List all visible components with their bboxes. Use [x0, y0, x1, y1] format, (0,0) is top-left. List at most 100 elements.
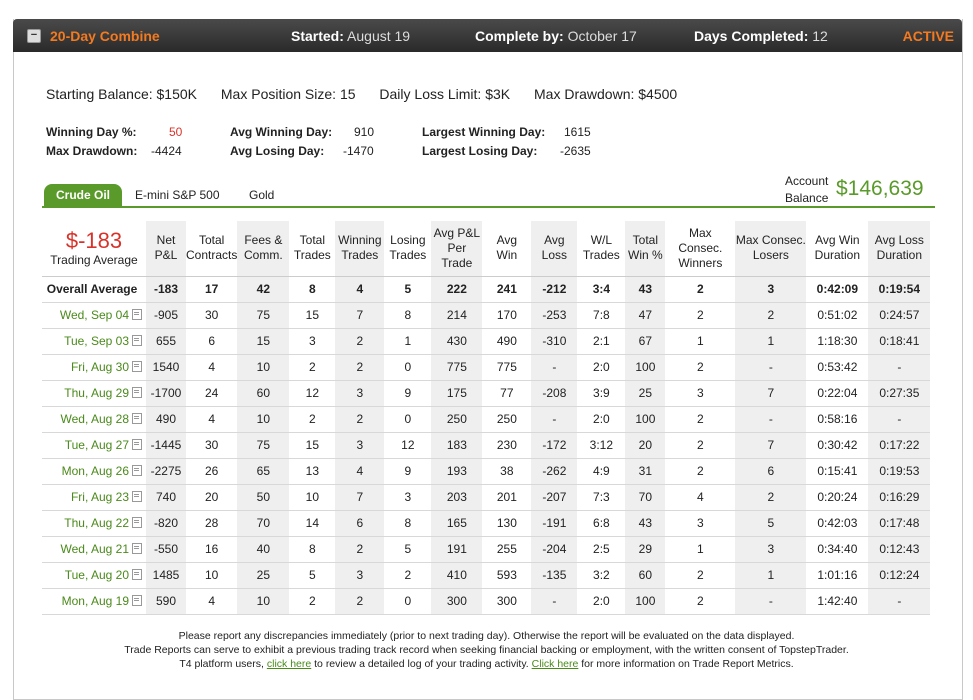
- trading-average-cell: $-183 Trading Average: [42, 221, 146, 276]
- tab-crude-oil[interactable]: Crude Oil: [44, 184, 123, 206]
- table-cell: 10: [237, 354, 290, 381]
- date-cell[interactable]: Tue, Aug 27: [42, 432, 146, 459]
- column-header: Winning Trades: [335, 221, 385, 276]
- click-here-log-link[interactable]: click here: [267, 658, 311, 670]
- table-cell: 12: [289, 380, 336, 407]
- notes-icon[interactable]: [132, 439, 142, 450]
- table-cell: 9: [384, 380, 432, 407]
- date-cell[interactable]: Tue, Sep 03: [42, 328, 146, 355]
- date-cell[interactable]: Mon, Aug 26: [42, 458, 146, 485]
- date-link[interactable]: Wed, Aug 28: [61, 412, 130, 426]
- date-cell[interactable]: Wed, Aug 21: [42, 536, 146, 563]
- collapse-icon[interactable]: −: [27, 29, 41, 43]
- table-cell: 775: [431, 354, 483, 381]
- table-cell: 490: [482, 328, 532, 355]
- date-link[interactable]: Tue, Aug 27: [65, 438, 129, 452]
- date-cell[interactable]: Thu, Aug 29: [42, 380, 146, 407]
- starting-balance: Starting Balance: $150K: [46, 86, 197, 102]
- table-cell: 0:30:42: [806, 432, 869, 459]
- table-cell: 241: [482, 275, 532, 303]
- table-cell: -191: [531, 510, 578, 537]
- date-link[interactable]: Thu, Aug 29: [64, 386, 129, 400]
- table-cell: 20: [625, 432, 666, 459]
- notes-icon[interactable]: [132, 569, 142, 580]
- date-cell[interactable]: Fri, Aug 30: [42, 354, 146, 381]
- table-cell: 2: [665, 354, 736, 381]
- date-link[interactable]: Fri, Aug 30: [71, 360, 129, 374]
- table-cell: 0:12:43: [868, 536, 931, 563]
- table-cell: 222: [431, 275, 483, 303]
- table-cell: 1:42:40: [806, 588, 869, 615]
- tab-gold[interactable]: Gold: [237, 184, 286, 206]
- table-row: Wed, Aug 21 -550 16 40 8 2 5 191 255 -204 2:5 29 1 3 0…: [42, 536, 931, 563]
- largest-winning-day-label: Largest Winning Day:: [422, 125, 546, 139]
- largest-losing-day-label: Largest Losing Day:: [422, 144, 538, 158]
- notes-icon[interactable]: [132, 465, 142, 476]
- date-link[interactable]: Wed, Sep 04: [60, 308, 129, 322]
- notes-icon[interactable]: [132, 595, 142, 606]
- table-cell: 2:0: [577, 406, 626, 433]
- table-cell: 4:9: [577, 458, 626, 485]
- table-cell: -905: [146, 302, 186, 329]
- date-link[interactable]: Mon, Aug 26: [62, 464, 129, 478]
- date-cell[interactable]: Tue, Aug 20: [42, 562, 146, 589]
- tab-emini-sp500[interactable]: E-mini S&P 500: [123, 184, 232, 206]
- table-cell: 43: [625, 275, 666, 303]
- footer-line-links: T4 platform users, click here to review …: [179, 658, 794, 670]
- table-cell: 0:58:16: [806, 406, 869, 433]
- table-cell: 203: [431, 484, 483, 511]
- max-position-size: Max Position Size: 15: [220, 86, 356, 102]
- date-link[interactable]: Tue, Sep 03: [64, 334, 129, 348]
- date-link[interactable]: Tue, Aug 20: [65, 568, 129, 582]
- table-cell: 7: [735, 432, 807, 459]
- notes-icon[interactable]: [132, 413, 142, 424]
- notes-icon[interactable]: [132, 491, 142, 502]
- table-cell: 77: [482, 380, 532, 407]
- date-cell[interactable]: Fri, Aug 23: [42, 484, 146, 511]
- date-cell[interactable]: Thu, Aug 22: [42, 510, 146, 537]
- column-header: Losing Trades: [389, 233, 427, 263]
- table-cell: -550: [146, 536, 186, 563]
- table-cell: 1485: [146, 562, 186, 589]
- largest-losing-day-value: -2635: [560, 144, 591, 158]
- table-cell: 3: [335, 432, 385, 459]
- largest-winning-day-value: 1615: [564, 125, 591, 139]
- table-cell: -1445: [146, 432, 186, 459]
- table-cell: 3:12: [577, 432, 626, 459]
- date-cell[interactable]: Wed, Aug 28: [42, 406, 146, 433]
- table-cell: 3: [384, 484, 432, 511]
- table-cell: 8: [384, 302, 432, 329]
- notes-icon[interactable]: [132, 361, 142, 372]
- notes-icon[interactable]: [132, 335, 142, 346]
- date-link[interactable]: Wed, Aug 21: [61, 542, 130, 556]
- table-cell: 3: [735, 536, 807, 563]
- table-cell: 490: [146, 406, 186, 433]
- table-cell: 29: [625, 536, 666, 563]
- table-cell: 2: [289, 354, 336, 381]
- date-link[interactable]: Fri, Aug 23: [71, 490, 129, 504]
- date-link[interactable]: Thu, Aug 22: [64, 516, 129, 530]
- table-cell: 410: [431, 562, 483, 589]
- date-cell[interactable]: Mon, Aug 19: [42, 588, 146, 615]
- date-link[interactable]: Mon, Aug 19: [62, 594, 129, 608]
- table-cell: -: [735, 406, 807, 433]
- table-cell: 67: [625, 328, 666, 355]
- table-cell: 4: [665, 484, 736, 511]
- table-cell: -: [735, 588, 807, 615]
- notes-icon[interactable]: [132, 517, 142, 528]
- notes-icon[interactable]: [132, 387, 142, 398]
- table-cell: 0:42:09: [806, 275, 869, 303]
- notes-icon[interactable]: [132, 309, 142, 320]
- table-cell: 28: [186, 510, 238, 537]
- table-cell: 16: [186, 536, 238, 563]
- table-cell: 2: [665, 458, 736, 485]
- click-here-metrics-link[interactable]: Click here: [532, 658, 579, 670]
- table-cell: 4: [335, 458, 385, 485]
- table-cell: 175: [431, 380, 483, 407]
- table-cell: 1540: [146, 354, 186, 381]
- date-cell[interactable]: Wed, Sep 04: [42, 302, 146, 329]
- table-cell: 20: [186, 484, 238, 511]
- notes-icon[interactable]: [132, 543, 142, 554]
- table-cell: 255: [482, 536, 532, 563]
- table-cell: 0: [384, 588, 432, 615]
